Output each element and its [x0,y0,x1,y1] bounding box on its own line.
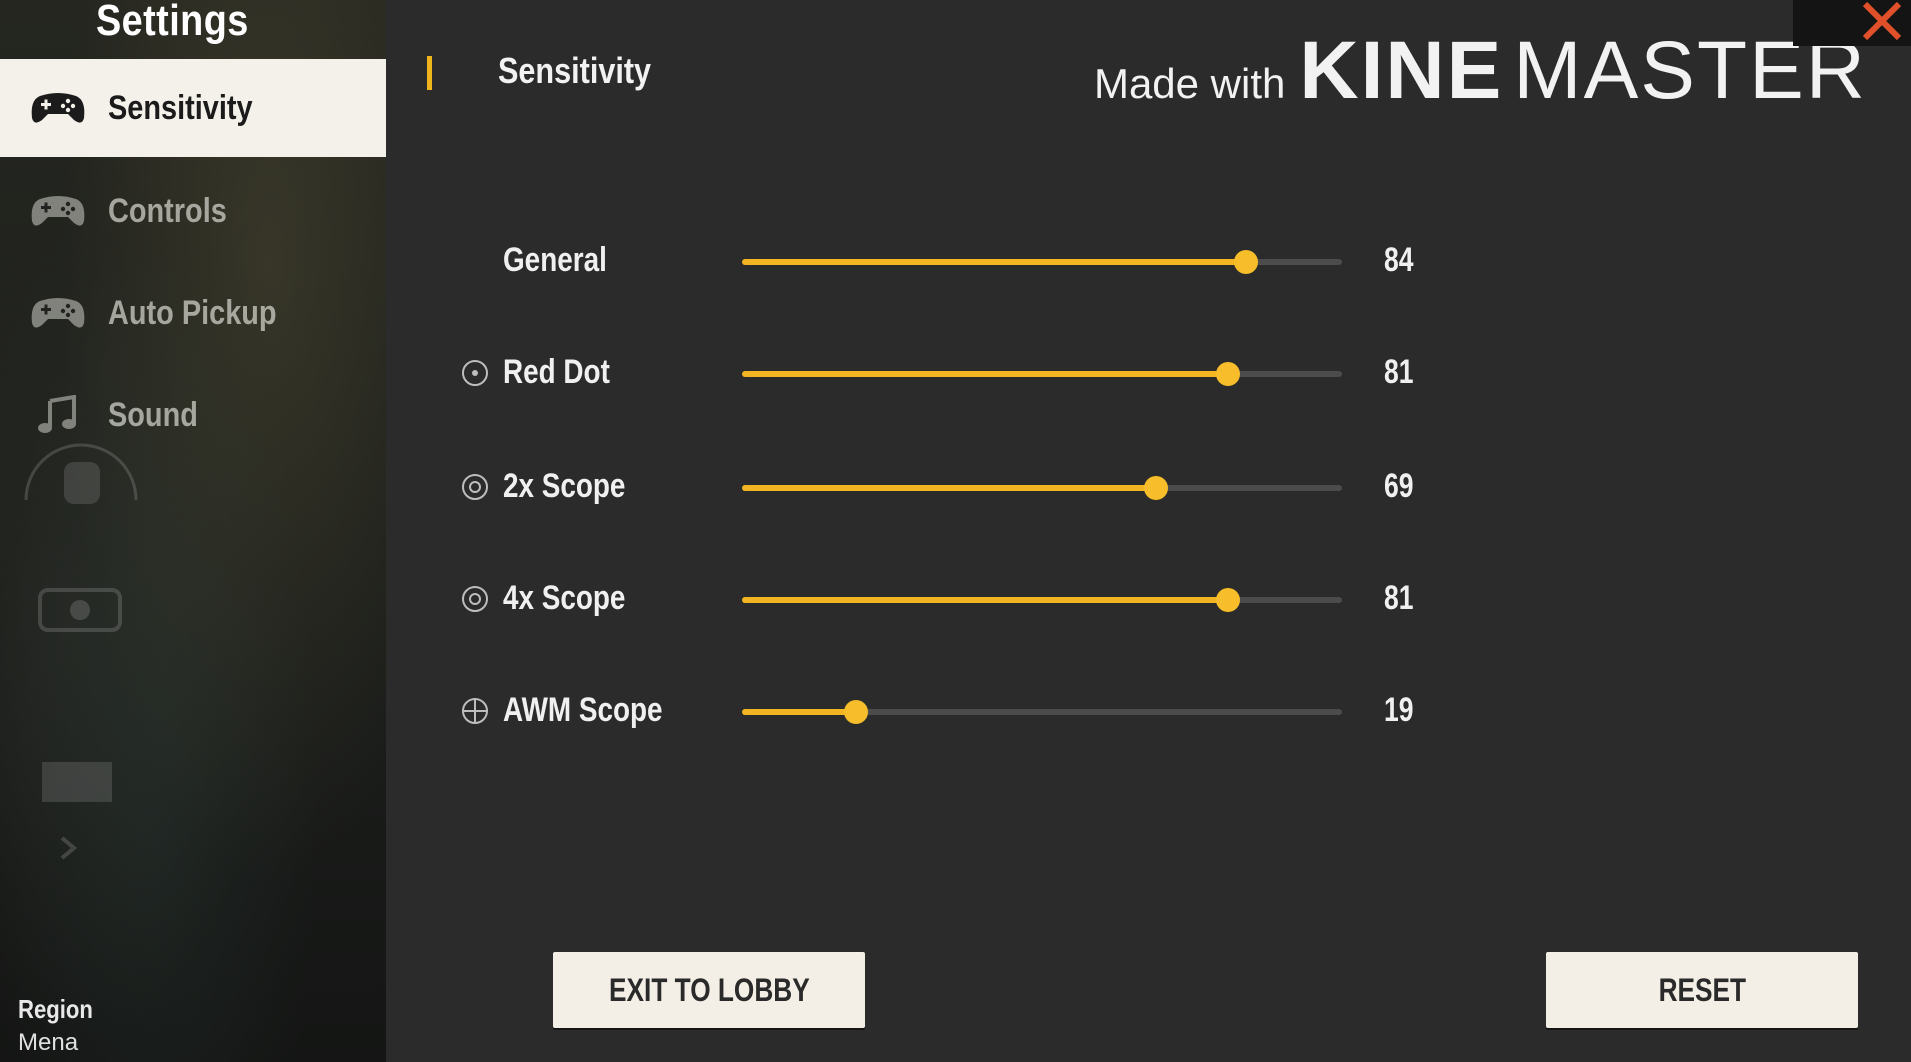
slider-fill [742,371,1228,377]
crosshair-icon [462,698,488,724]
reset-button[interactable]: RESET [1546,952,1858,1028]
slider-label: 2x Scope [503,467,626,505]
reset-label: RESET [1658,971,1746,1008]
close-icon[interactable] [1857,0,1905,46]
slider-fill [742,597,1228,603]
scope-icon [462,474,488,500]
slider-fill [742,485,1156,491]
slider-label: AWM Scope [503,691,663,729]
kinemaster-watermark: Made with KINE MASTER [1094,24,1867,118]
sidebar: Settings Sensitivity Controls Auto Picku… [0,0,386,1062]
slider-thumb[interactable] [1216,362,1240,386]
slider-label: 4x Scope [503,579,626,617]
exit-to-lobby-label: EXIT TO LOBBY [608,971,810,1008]
slider-row-awm-scope: AWM Scope 19 [0,681,1500,741]
watermark-brand-bold: KINE [1299,25,1504,116]
sidebar-item-sensitivity[interactable]: Sensitivity [0,59,386,157]
slider-track[interactable] [742,588,1342,612]
slider-thumb[interactable] [1216,588,1240,612]
slider-row-2x-scope: 2x Scope 69 [0,457,1500,517]
red-dot-icon [462,360,488,386]
slider-label: General [503,241,607,279]
slider-fill [742,709,856,715]
region-info: Region Mena [18,992,106,1060]
slider-row-4x-scope: 4x Scope 81 [0,569,1500,629]
sidebar-title: Settings [96,0,249,45]
slider-value: 69 [1384,467,1414,505]
slider-value: 81 [1384,579,1414,617]
region-value: Mena [18,1029,79,1056]
slider-thumb[interactable] [844,700,868,724]
slider-label: Red Dot [503,353,610,391]
page-title: Sensitivity [498,50,652,91]
slider-row-general: General 84 [0,231,1500,291]
slider-thumb[interactable] [1234,250,1258,274]
slider-thumb[interactable] [1144,476,1168,500]
watermark-made-with: Made with [1093,60,1286,107]
scope-icon [462,586,488,612]
slider-value: 84 [1384,241,1414,279]
gamepad-icon [30,293,86,333]
sidebar-item-label: Controls [108,191,227,230]
slider-track[interactable] [742,476,1342,500]
exit-to-lobby-button[interactable]: EXIT TO LOBBY [553,952,865,1028]
gamepad-icon [30,88,86,128]
region-label: Region [18,994,93,1024]
slider-track[interactable] [742,362,1342,386]
gamepad-icon [30,191,86,231]
background-chevron-icon [42,762,112,860]
slider-track[interactable] [742,250,1342,274]
slider-value: 81 [1384,353,1414,391]
slider-track[interactable] [742,700,1342,724]
slider-row-red-dot: Red Dot 81 [0,343,1500,403]
sidebar-item-label: Auto Pickup [108,293,277,332]
slider-value: 19 [1384,691,1414,729]
section-accent-bar [427,56,432,90]
sidebar-item-label: Sensitivity [108,88,253,127]
slider-fill [742,259,1246,265]
